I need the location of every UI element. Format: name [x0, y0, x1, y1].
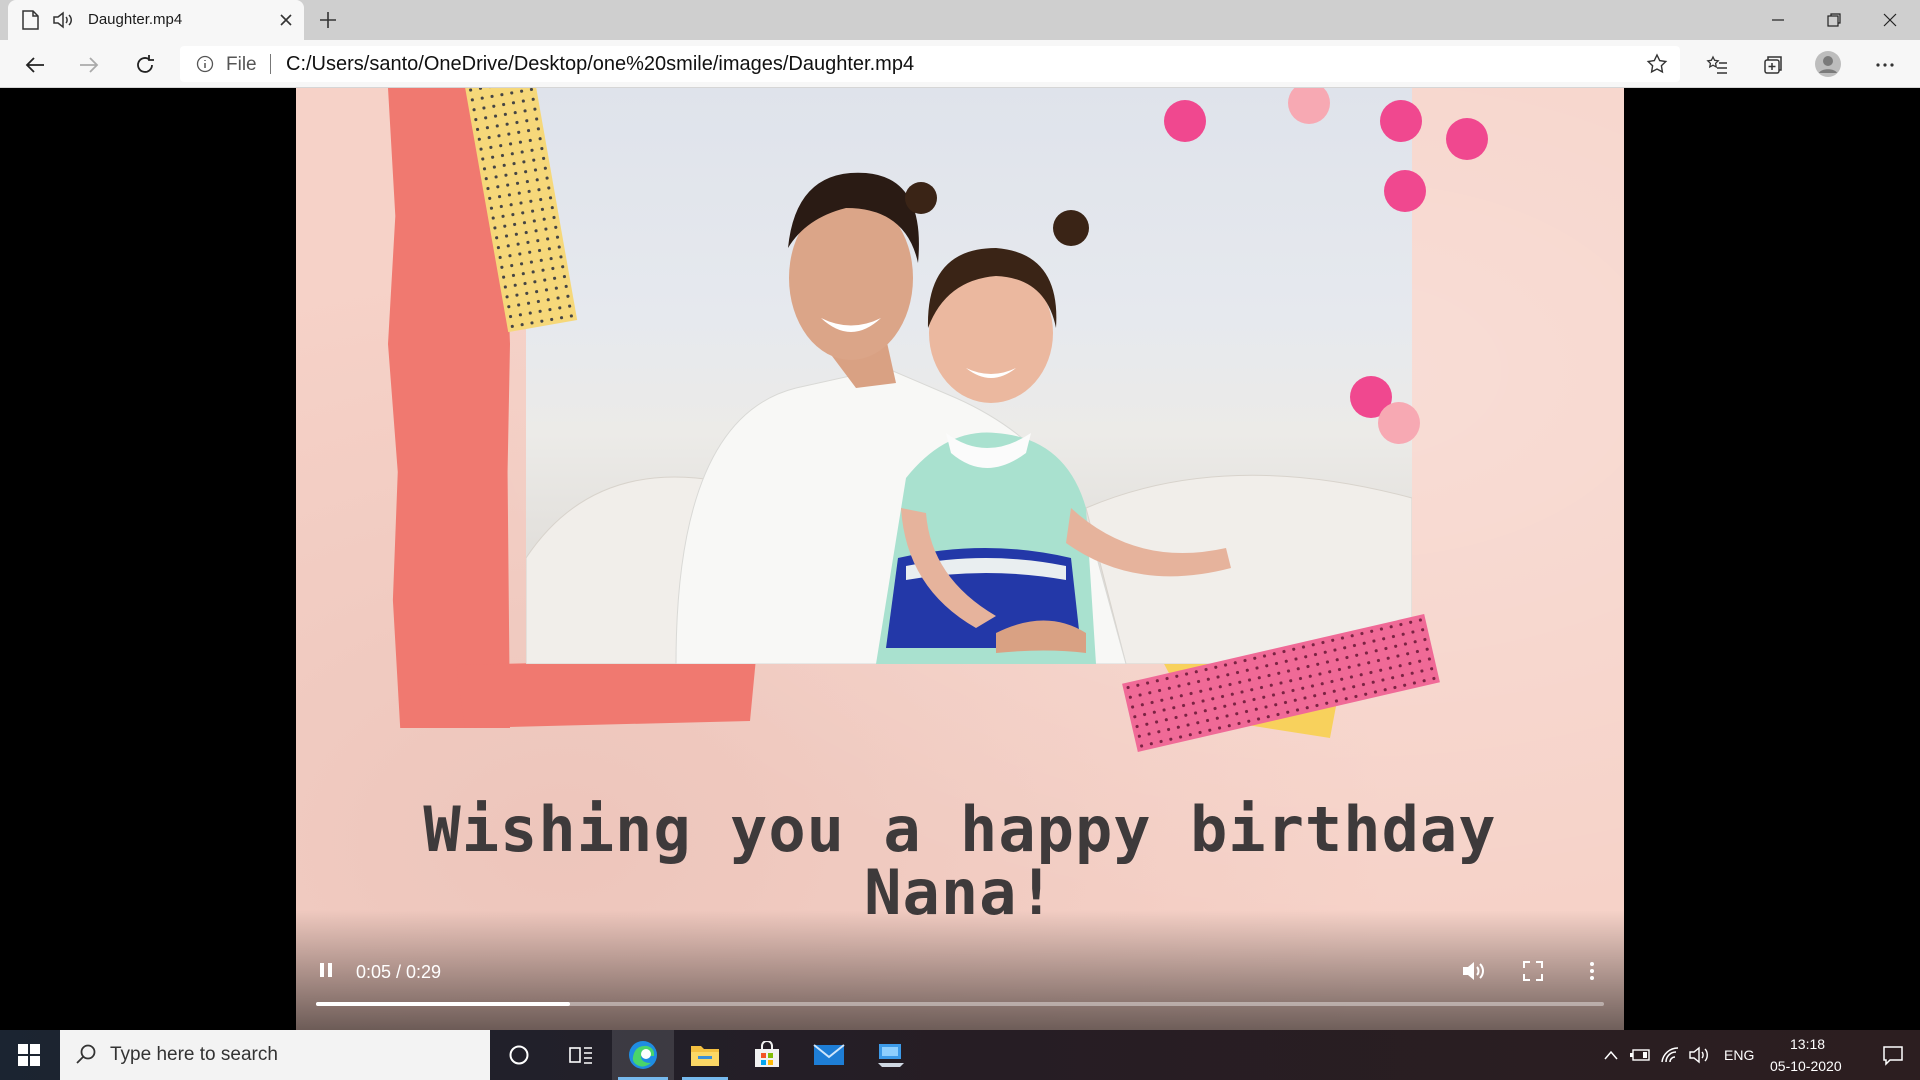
action-center-button[interactable] [1866, 1030, 1920, 1080]
store-bag-icon [755, 1041, 779, 1067]
speaker-icon [1689, 1046, 1708, 1064]
video-stage: Wishing you a happy birthday Nana! 0:05 … [0, 88, 1920, 1030]
collections-icon [1764, 56, 1782, 74]
taskbar-search-box[interactable]: Type here to search [60, 1030, 490, 1080]
refresh-icon [137, 55, 154, 73]
time-display: 0:05 / 0:29 [356, 962, 442, 982]
url-text[interactable]: C:/Users/santo/OneDrive/Desktop/one%20sm… [286, 53, 914, 76]
task-view-button[interactable] [552, 1030, 610, 1080]
task-view-icon [569, 1047, 592, 1064]
taskbar-edge-button[interactable] [612, 1030, 674, 1080]
tab-strip: Daughter.mp4 [0, 0, 1920, 40]
photo-illustration [526, 172, 1412, 664]
favorites-button[interactable] [1700, 48, 1732, 80]
close-icon [1883, 13, 1897, 27]
start-button[interactable] [0, 1030, 58, 1080]
favorite-star-icon[interactable] [1646, 53, 1668, 75]
seek-bar-progress [316, 1002, 570, 1006]
volume-tray-button[interactable] [1686, 1030, 1714, 1080]
confetti-dot [1164, 100, 1206, 142]
fullscreen-icon [1523, 961, 1543, 981]
controls-overlay [296, 910, 1624, 1030]
seek-bar[interactable] [316, 1002, 1604, 1006]
back-button[interactable] [18, 48, 50, 80]
tab-close-icon[interactable] [276, 10, 296, 30]
more-horizontal-icon [1876, 63, 1894, 67]
restore-button[interactable] [1806, 0, 1862, 40]
show-hidden-icons-button[interactable] [1598, 1030, 1624, 1080]
minimize-button[interactable] [1750, 0, 1806, 40]
family-photo [526, 88, 1412, 664]
volume-icon [1463, 962, 1484, 980]
cortana-circle-icon [509, 1045, 529, 1065]
favorites-list-icon [1706, 55, 1727, 74]
collections-button[interactable] [1756, 48, 1788, 80]
new-tab-button[interactable] [316, 8, 340, 32]
profile-button[interactable] [1812, 48, 1844, 80]
pause-icon [320, 963, 332, 977]
tab-title: Daughter.mp4 [88, 11, 183, 28]
input-language[interactable]: ENG [1724, 1047, 1754, 1063]
taskbar-mail-button[interactable] [800, 1030, 858, 1080]
fullscreen-button[interactable] [1520, 958, 1546, 984]
back-arrow-icon [25, 57, 44, 73]
confetti-dot [1378, 402, 1420, 444]
video-player[interactable]: Wishing you a happy birthday Nana! 0:05 … [296, 88, 1624, 1030]
network-button[interactable] [1656, 1030, 1684, 1080]
tab-audio-playing-icon[interactable] [52, 10, 74, 30]
file-explorer-folder-icon [691, 1046, 719, 1066]
search-icon [74, 1043, 98, 1072]
settings-more-button[interactable] [1868, 48, 1900, 80]
confetti-dot [1446, 118, 1488, 160]
edge-browser-icon [629, 1041, 657, 1069]
taskbar-file-explorer-button[interactable] [676, 1030, 734, 1080]
browser-toolbar: File C:/Users/santo/OneDrive/Desktop/one… [0, 40, 1920, 88]
battery-button[interactable] [1626, 1030, 1654, 1080]
chevron-up-icon [1604, 1050, 1618, 1060]
document-icon [22, 10, 39, 30]
clock-date[interactable]: 05-10-2020 [1770, 1058, 1842, 1074]
notifications-icon [1883, 1046, 1903, 1066]
torn-paper-coral-bottom [456, 658, 756, 728]
wifi-icon [1661, 1047, 1679, 1063]
pause-button[interactable] [314, 958, 338, 982]
address-separator [270, 54, 271, 74]
search-placeholder: Type here to search [110, 1044, 278, 1065]
confetti-dot [1384, 170, 1426, 212]
volume-button[interactable] [1460, 958, 1486, 984]
more-options-button[interactable] [1580, 958, 1604, 984]
taskbar-remote-desktop-button[interactable] [862, 1030, 920, 1080]
forward-arrow-icon [80, 57, 99, 73]
forward-button[interactable] [72, 48, 104, 80]
remote-desktop-icon [878, 1044, 904, 1067]
clock-time[interactable]: 13:18 [1790, 1036, 1825, 1052]
minimize-icon [1772, 19, 1784, 21]
battery-icon [1630, 1049, 1650, 1061]
windows-logo-icon [18, 1044, 40, 1066]
taskbar-store-button[interactable] [738, 1030, 796, 1080]
windows-taskbar: Type here to search ENG 13:18 05-10-2020 [0, 1030, 1920, 1080]
address-bar[interactable]: File C:/Users/santo/OneDrive/Desktop/one… [180, 46, 1680, 82]
confetti-dot [1380, 100, 1422, 142]
mail-envelope-icon [813, 1044, 845, 1065]
info-icon[interactable] [196, 55, 214, 73]
restore-icon [1827, 13, 1841, 27]
refresh-button[interactable] [128, 48, 160, 80]
avatar-icon [1815, 51, 1841, 77]
scheme-label: File [226, 54, 257, 75]
more-vertical-icon [1590, 962, 1594, 980]
close-window-button[interactable] [1862, 0, 1918, 40]
cortana-button[interactable] [490, 1030, 548, 1080]
browser-tab-daughter[interactable]: Daughter.mp4 [8, 0, 304, 40]
